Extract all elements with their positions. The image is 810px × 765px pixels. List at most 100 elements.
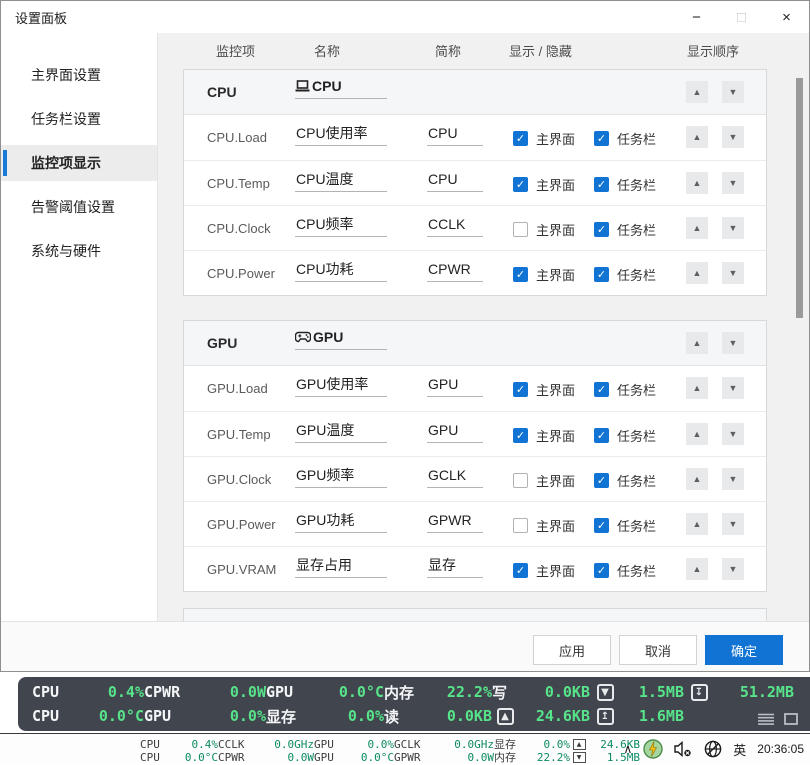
show-on-taskbar-checkbox[interactable]: ✓任务栏 [594,265,656,284]
short-name-input[interactable] [427,422,483,443]
volume-muted-icon[interactable] [674,741,693,757]
name-input[interactable] [295,422,387,443]
apply-button[interactable]: 应用 [533,635,611,665]
checkbox-icon[interactable]: ✓ [594,473,609,488]
cancel-button[interactable]: 取消 [619,635,697,665]
tray-overflow-chevron-icon[interactable]: ∧ [623,742,632,756]
show-on-main-checkbox[interactable]: 主界面 [513,471,575,490]
row-move-down-button[interactable]: ▼ [722,558,744,580]
row-move-up-button[interactable]: ▲ [686,126,708,148]
taskbar-monitor-widget[interactable]: CPU0.4%CCLK0.0GHzGPU0.0%GCLK0.0GHz显存0.0%… [140,736,640,762]
checkbox-icon[interactable]: ✓ [513,131,528,146]
row-move-down-button[interactable]: ▼ [722,217,744,239]
row-move-up-button[interactable]: ▲ [686,558,708,580]
show-on-taskbar-checkbox[interactable]: ✓任务栏 [594,175,656,194]
menu-icon[interactable] [758,713,774,725]
name-input[interactable] [295,557,387,578]
row-move-down-button[interactable]: ▼ [722,377,744,399]
short-name-input[interactable] [427,512,483,533]
show-on-main-checkbox[interactable]: ✓主界面 [513,380,575,399]
network-globe-icon[interactable] [704,740,722,758]
row-move-down-button[interactable]: ▼ [722,513,744,535]
expand-window-icon[interactable] [784,713,798,725]
short-name-input[interactable] [427,557,483,578]
short-name-input[interactable] [427,125,483,146]
name-input[interactable] [295,512,387,533]
show-on-main-checkbox[interactable]: ✓主界面 [513,561,575,580]
section-name-input[interactable] [312,78,372,94]
row-move-up-button[interactable]: ▲ [686,468,708,490]
checkbox-icon[interactable]: ✓ [594,518,609,533]
name-input[interactable] [295,467,387,488]
section-move-down-button[interactable]: ▼ [722,81,744,103]
checkbox-icon[interactable]: ✓ [513,563,528,578]
row-move-down-button[interactable]: ▼ [722,423,744,445]
row-move-up-button[interactable]: ▲ [686,172,708,194]
checkbox-icon[interactable] [513,518,528,533]
section-move-up-button[interactable]: ▲ [686,81,708,103]
checkbox-icon[interactable]: ✓ [594,131,609,146]
short-name-input[interactable] [427,216,483,237]
short-name-input[interactable] [427,261,483,282]
section-move-down-button[interactable]: ▼ [722,332,744,354]
name-input[interactable] [295,376,387,397]
show-on-main-checkbox[interactable]: ✓主界面 [513,175,575,194]
row-move-down-button[interactable]: ▼ [722,262,744,284]
titlebar[interactable]: 设置面板 − □ × [1,1,809,33]
name-input[interactable] [295,171,387,192]
checkbox-icon[interactable] [513,473,528,488]
sidebar-item-inactive[interactable]: 任务栏设置 [1,101,157,137]
sidebar-item-inactive[interactable]: 主界面设置 [1,57,157,93]
section-name-input[interactable] [313,329,373,345]
checkbox-icon[interactable]: ✓ [513,428,528,443]
checkbox-icon[interactable]: ✓ [513,267,528,282]
short-name-input[interactable] [427,171,483,192]
row-move-down-button[interactable]: ▼ [722,172,744,194]
short-name-input[interactable] [427,376,483,397]
section-move-up-button[interactable]: ▲ [686,332,708,354]
ok-button[interactable]: 确定 [705,635,783,665]
row-move-down-button[interactable]: ▼ [722,468,744,490]
checkbox-icon[interactable]: ✓ [594,222,609,237]
show-on-main-checkbox[interactable]: ✓主界面 [513,129,575,148]
name-input[interactable] [295,125,387,146]
row-move-up-button[interactable]: ▲ [686,217,708,239]
row-move-up-button[interactable]: ▲ [686,377,708,399]
sidebar-item-inactive[interactable]: 系统与硬件 [1,233,157,269]
checkbox-icon[interactable]: ✓ [594,382,609,397]
scrollbar-thumb[interactable] [796,78,803,318]
show-on-taskbar-checkbox[interactable]: ✓任务栏 [594,426,656,445]
checkbox-icon[interactable]: ✓ [594,267,609,282]
show-on-main-checkbox[interactable]: ✓主界面 [513,265,575,284]
checkbox-icon[interactable]: ✓ [594,177,609,192]
floating-monitor-bar[interactable]: CPU0.4%CPWR0.0WGPU0.0°C内存22.2%写0.0KB▼1.5… [18,677,810,731]
checkbox-icon[interactable]: ✓ [513,177,528,192]
checkbox-icon[interactable] [513,222,528,237]
short-name-input[interactable] [427,467,483,488]
name-input[interactable] [295,216,387,237]
row-move-up-button[interactable]: ▲ [686,513,708,535]
checkbox-icon[interactable]: ✓ [594,563,609,578]
checkbox-icon[interactable]: ✓ [513,382,528,397]
show-on-main-checkbox[interactable]: 主界面 [513,220,575,239]
show-on-taskbar-checkbox[interactable]: ✓任务栏 [594,561,656,580]
maximize-button[interactable]: □ [719,1,764,33]
checkbox-icon[interactable]: ✓ [594,428,609,443]
minimize-button[interactable]: − [674,1,719,33]
taskbar-clock[interactable]: 20:36:05 [757,742,804,756]
row-move-up-button[interactable]: ▲ [686,423,708,445]
row-move-down-button[interactable]: ▼ [722,126,744,148]
row-move-up-button[interactable]: ▲ [686,262,708,284]
sidebar-item-active[interactable]: 监控项显示 [1,145,157,181]
show-on-taskbar-checkbox[interactable]: ✓任务栏 [594,516,656,535]
show-on-taskbar-checkbox[interactable]: ✓任务栏 [594,380,656,399]
name-input[interactable] [295,261,387,282]
close-button[interactable]: × [764,1,809,33]
sidebar-item-inactive[interactable]: 告警阈值设置 [1,189,157,225]
monitor-app-tray-icon[interactable] [643,739,663,759]
show-on-main-checkbox[interactable]: 主界面 [513,516,575,535]
show-on-taskbar-checkbox[interactable]: ✓任务栏 [594,129,656,148]
show-on-taskbar-checkbox[interactable]: ✓任务栏 [594,220,656,239]
show-on-taskbar-checkbox[interactable]: ✓任务栏 [594,471,656,490]
show-on-main-checkbox[interactable]: ✓主界面 [513,426,575,445]
